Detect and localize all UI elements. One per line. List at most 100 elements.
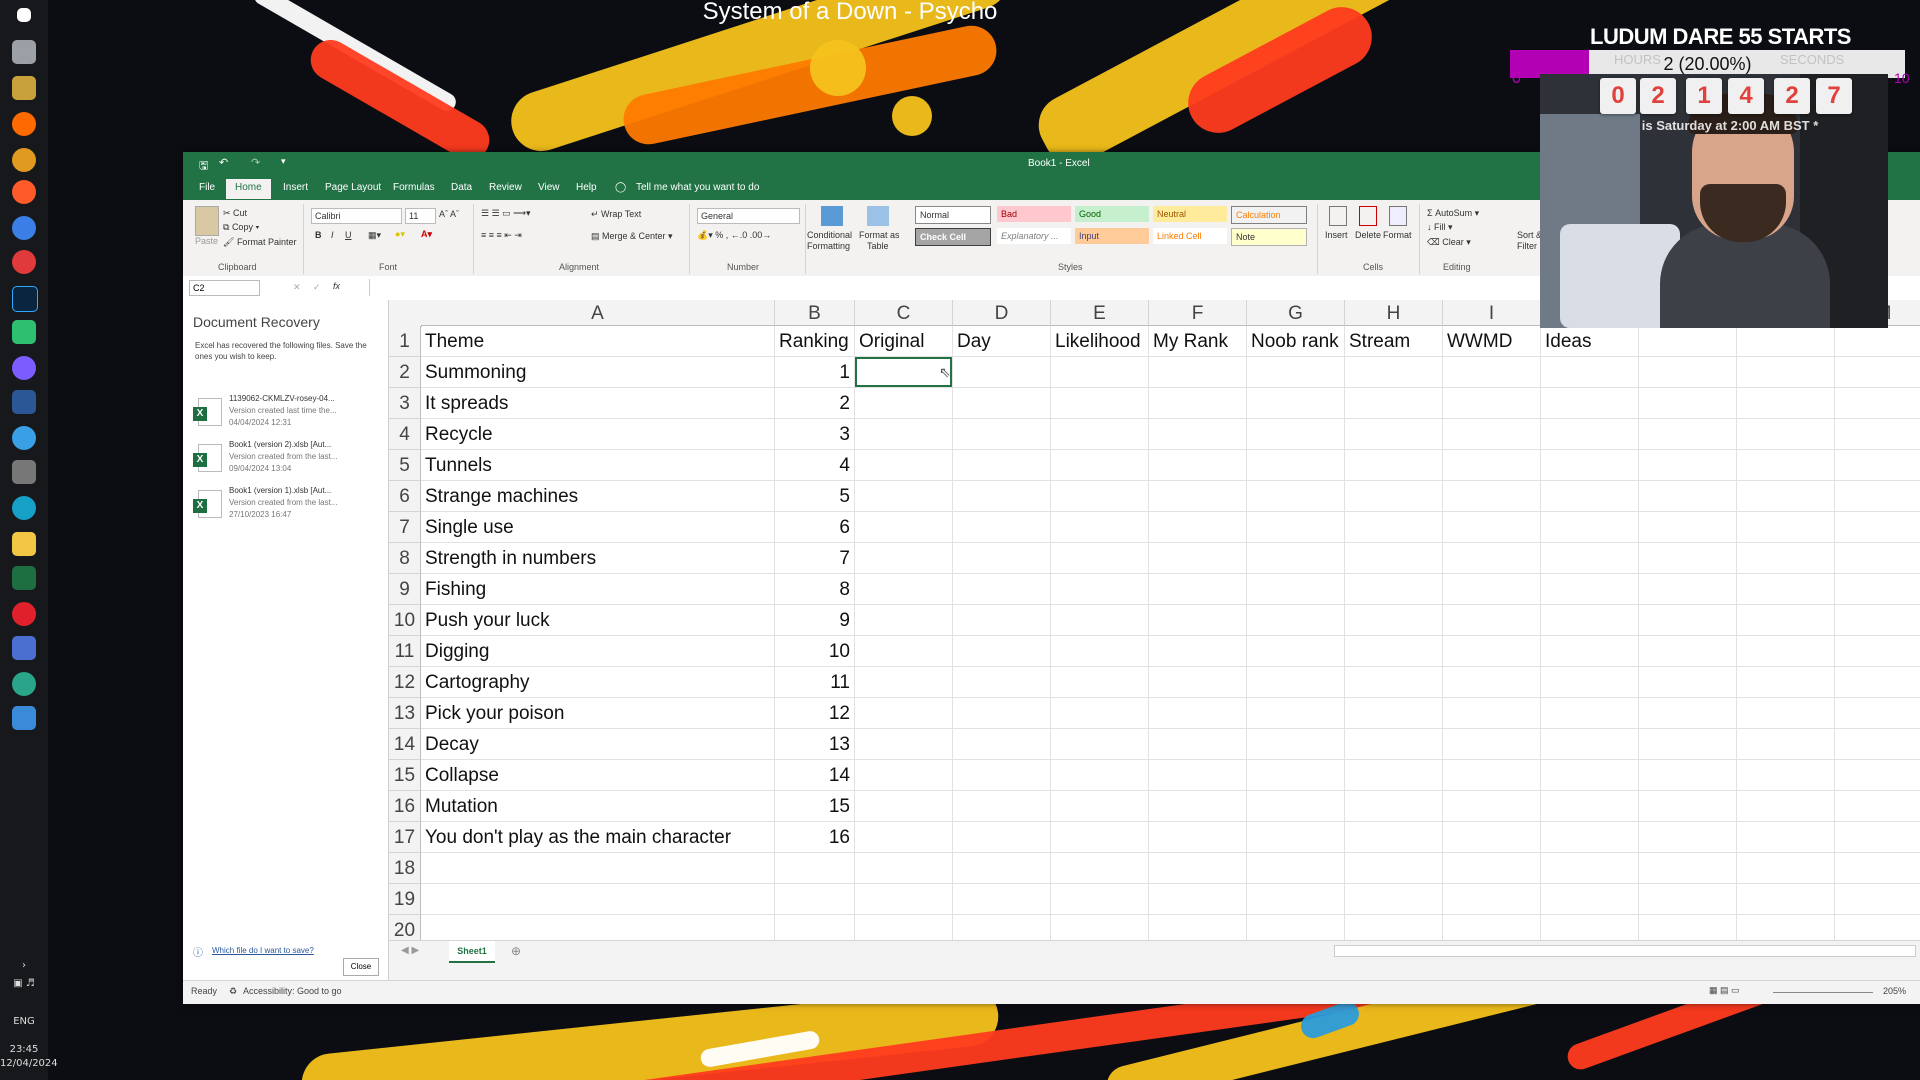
- cell[interactable]: [1639, 884, 1737, 915]
- cell[interactable]: [1443, 388, 1541, 419]
- cell[interactable]: [1345, 853, 1443, 884]
- row-header[interactable]: 17: [389, 822, 421, 853]
- cell[interactable]: [1443, 574, 1541, 605]
- align-top-icon[interactable]: ☰ ☰ ▭ ⟶▾: [481, 208, 531, 219]
- cell[interactable]: [1737, 698, 1835, 729]
- cell[interactable]: [1443, 357, 1541, 388]
- cell[interactable]: [953, 760, 1051, 791]
- tab-file[interactable]: File: [199, 182, 215, 193]
- clear-button[interactable]: ⌫ Clear ▾: [1427, 237, 1471, 248]
- cell[interactable]: [1051, 853, 1149, 884]
- insert-cells-icon[interactable]: [1329, 206, 1347, 226]
- cell[interactable]: [1639, 760, 1737, 791]
- cell[interactable]: [1737, 357, 1835, 388]
- cell[interactable]: Stream: [1345, 326, 1443, 357]
- cell[interactable]: [1247, 357, 1345, 388]
- cell[interactable]: [1247, 760, 1345, 791]
- app-icon-12[interactable]: [12, 672, 36, 696]
- cell[interactable]: [1345, 698, 1443, 729]
- cell[interactable]: [1247, 605, 1345, 636]
- cell[interactable]: [953, 574, 1051, 605]
- cell[interactable]: [855, 791, 953, 822]
- cell[interactable]: [855, 481, 953, 512]
- column-header[interactable]: D: [953, 300, 1051, 326]
- cell[interactable]: [1639, 388, 1737, 419]
- cell[interactable]: 8: [775, 574, 855, 605]
- column-header[interactable]: E: [1051, 300, 1149, 326]
- recovery-close-button[interactable]: Close: [343, 958, 379, 976]
- tab-help[interactable]: Help: [576, 182, 597, 193]
- app-icon-6[interactable]: [12, 320, 36, 344]
- cell[interactable]: 16: [775, 822, 855, 853]
- cell[interactable]: [1737, 729, 1835, 760]
- cell[interactable]: [1835, 574, 1920, 605]
- cell[interactable]: [855, 884, 953, 915]
- excel-icon[interactable]: [12, 566, 36, 590]
- cell[interactable]: [1541, 760, 1639, 791]
- app-icon-9[interactable]: [12, 460, 36, 484]
- zoom-slider[interactable]: [1773, 992, 1873, 993]
- cell[interactable]: [1541, 915, 1639, 940]
- cell[interactable]: 14: [775, 760, 855, 791]
- cell[interactable]: [1737, 760, 1835, 791]
- cell[interactable]: WWMD: [1443, 326, 1541, 357]
- style-normal[interactable]: Normal: [915, 206, 991, 224]
- cell[interactable]: [1247, 450, 1345, 481]
- cell[interactable]: [1737, 543, 1835, 574]
- cell[interactable]: [1835, 698, 1920, 729]
- cell[interactable]: [1443, 915, 1541, 940]
- sort-filter-button[interactable]: Sort &: [1517, 230, 1542, 240]
- conditional-formatting-button[interactable]: Conditional: [807, 230, 852, 240]
- cell[interactable]: [1541, 791, 1639, 822]
- cell[interactable]: Strange machines: [421, 481, 775, 512]
- app-icon-5[interactable]: [12, 250, 36, 274]
- cell[interactable]: [953, 357, 1051, 388]
- horizontal-scrollbar[interactable]: [1334, 945, 1916, 957]
- cell[interactable]: [1639, 543, 1737, 574]
- recovery-item[interactable]: X Book1 (version 2).xlsb [Aut... Version…: [193, 440, 383, 480]
- cancel-icon[interactable]: ✕: [293, 282, 301, 293]
- cell[interactable]: [1051, 636, 1149, 667]
- recovery-item[interactable]: X 1139062-CKMLZV-rosey-04... Version cre…: [193, 394, 383, 434]
- format-painter-button[interactable]: 🖌 Format Painter: [223, 237, 296, 248]
- cell[interactable]: Digging: [421, 636, 775, 667]
- app-icon-13[interactable]: [12, 706, 36, 730]
- cell[interactable]: My Rank: [1149, 326, 1247, 357]
- style-check-cell[interactable]: Check Cell: [915, 228, 991, 246]
- row-header[interactable]: 10: [389, 605, 421, 636]
- cell[interactable]: [1149, 636, 1247, 667]
- cell[interactable]: 12: [775, 698, 855, 729]
- cell[interactable]: Fishing: [421, 574, 775, 605]
- cell[interactable]: [1443, 884, 1541, 915]
- font-grow-icon[interactable]: Aˆ Aˇ: [439, 209, 459, 219]
- cell[interactable]: Pick your poison: [421, 698, 775, 729]
- cell[interactable]: [1149, 419, 1247, 450]
- cell[interactable]: [1247, 543, 1345, 574]
- app-icon-7[interactable]: [12, 356, 36, 380]
- merge-center-button[interactable]: ▤ Merge & Center ▾: [591, 231, 673, 242]
- cell[interactable]: [1345, 419, 1443, 450]
- cell[interactable]: [1443, 698, 1541, 729]
- cell[interactable]: [1835, 915, 1920, 940]
- cell[interactable]: [855, 543, 953, 574]
- cell[interactable]: You don't play as the main character: [421, 822, 775, 853]
- cell[interactable]: Tunnels: [421, 450, 775, 481]
- delete-cells-button[interactable]: Delete: [1355, 230, 1381, 240]
- font-size-dropdown[interactable]: 11: [405, 208, 436, 224]
- cell[interactable]: [953, 915, 1051, 940]
- insert-cells-button[interactable]: Insert: [1325, 230, 1348, 240]
- cell[interactable]: [1443, 419, 1541, 450]
- style-linked-cell[interactable]: Linked Cell: [1153, 228, 1227, 244]
- cell[interactable]: [1639, 853, 1737, 884]
- cell[interactable]: [953, 605, 1051, 636]
- fill-button[interactable]: ↓ Fill ▾: [1427, 222, 1453, 233]
- cell[interactable]: [953, 450, 1051, 481]
- word-icon[interactable]: [12, 390, 36, 414]
- cell[interactable]: [855, 388, 953, 419]
- cell[interactable]: Summoning: [421, 357, 775, 388]
- cell[interactable]: [1247, 822, 1345, 853]
- cell[interactable]: [1149, 605, 1247, 636]
- cell[interactable]: [1737, 822, 1835, 853]
- tab-page-layout[interactable]: Page Layout: [325, 182, 381, 193]
- cell[interactable]: [1345, 605, 1443, 636]
